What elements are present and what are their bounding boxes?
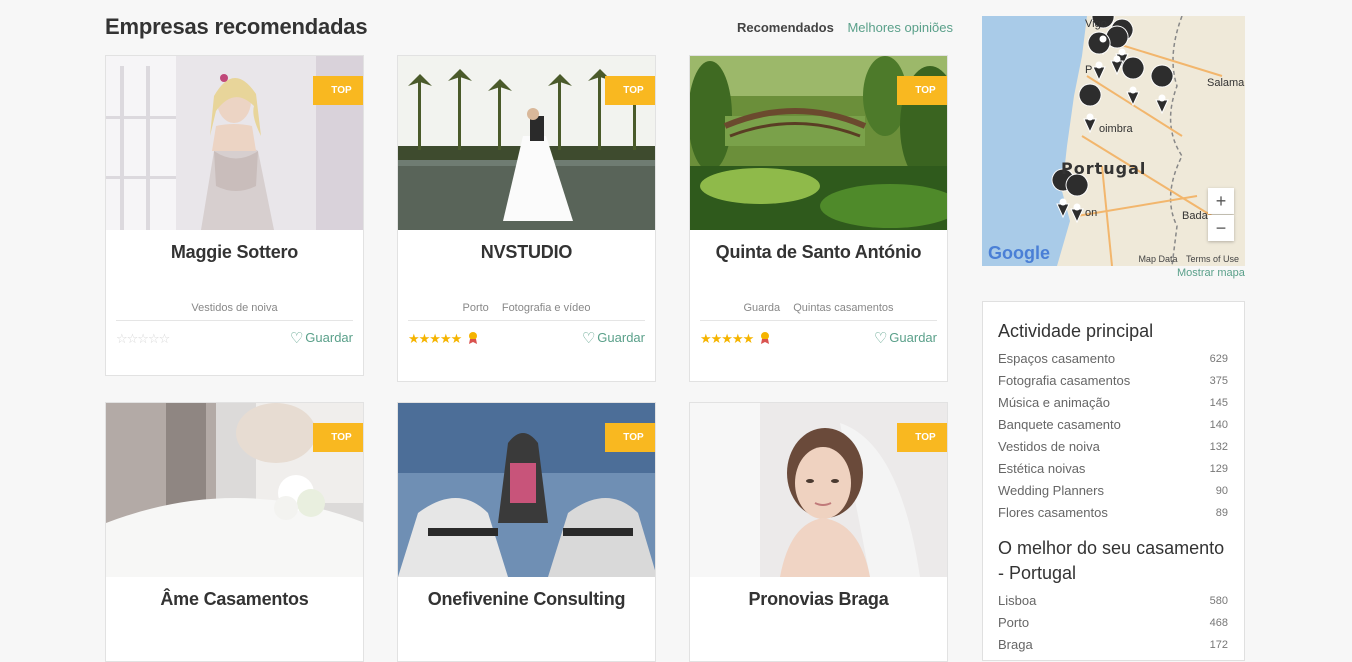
vendor-name[interactable]: Âme Casamentos — [106, 589, 363, 649]
vendor-photo[interactable]: TOP — [690, 403, 947, 577]
google-logo: Google — [988, 243, 1050, 263]
tab-melhores-opinioes[interactable]: Melhores opiniões — [847, 20, 953, 35]
show-map-link[interactable]: Mostrar mapa — [1177, 267, 1245, 279]
zoom-out-button[interactable]: − — [1208, 215, 1234, 241]
vendor-meta: Porto Fotografia e vídeo — [408, 302, 645, 320]
activity-item[interactable]: Música e animação 145 — [998, 392, 1228, 414]
section-title: Empresas recomendadas — [105, 14, 368, 39]
vendor-name[interactable]: Pronovias Braga — [690, 589, 947, 649]
vendor-name[interactable]: NVSTUDIO — [398, 242, 655, 302]
vendor-card-onefivenine-consulting[interactable]: TOP Onefivenine Consulting — [397, 402, 656, 662]
star-filled-icon: ★★★★★ — [700, 331, 754, 346]
star-empty-icon: ☆☆☆☆☆ — [116, 331, 170, 346]
map-canvas: Vigo P Salama oimbra Portugal on Bada Go… — [982, 16, 1245, 266]
map-label-porto: P — [1085, 64, 1092, 76]
vendor-photo[interactable]: TOP — [106, 403, 363, 577]
rating-stars: ☆☆☆☆☆ — [116, 331, 170, 347]
vendor-category[interactable]: Quintas casamentos — [793, 302, 893, 314]
activity-item[interactable]: Flores casamentos 89 — [998, 502, 1228, 524]
top-badge: TOP — [897, 76, 947, 105]
region-item[interactable]: Lisboa 580 — [998, 590, 1228, 612]
best-heading: O melhor do seu casamento - Portugal — [998, 538, 1225, 583]
map-label-badajoz: Bada — [1182, 210, 1209, 222]
heart-icon: ♡ — [581, 330, 596, 347]
map-label-vigo: Vigo — [1085, 18, 1107, 30]
card-footer: ★★★★★ ♡ Guardar — [700, 320, 937, 354]
activity-item[interactable]: Estética noivas 129 — [998, 458, 1228, 480]
map-label-country: Portugal — [1061, 159, 1146, 178]
heart-icon: ♡ — [289, 330, 304, 347]
vendor-photo[interactable]: TOP — [106, 56, 363, 230]
vendor-photo[interactable]: TOP — [398, 403, 655, 577]
top-badge: TOP — [605, 423, 655, 452]
rating-stars: ★★★★★ — [408, 331, 478, 347]
vendor-card-pronovias-braga[interactable]: TOP Pronovias Braga — [689, 402, 948, 662]
save-button[interactable]: ♡ Guardar — [290, 329, 353, 347]
rating-stars: ★★★★★ — [700, 331, 770, 347]
vendor-card-nvstudio[interactable]: TOP NVSTUDIO Porto Fotografia e vídeo ★★… — [397, 55, 656, 382]
save-button[interactable]: ♡ Guardar — [874, 329, 937, 347]
card-footer: ☆☆☆☆☆ ♡ Guardar — [116, 320, 353, 354]
terms-link[interactable]: Terms of Use — [1186, 254, 1239, 264]
top-badge: TOP — [605, 76, 655, 105]
heart-icon: ♡ — [873, 330, 888, 347]
save-button[interactable]: ♡ Guardar — [582, 329, 645, 347]
medal-icon — [468, 332, 477, 344]
map-label-coimbra: oimbra — [1099, 123, 1134, 135]
vendor-photo[interactable]: TOP — [398, 56, 655, 230]
activity-item[interactable]: Espaços casamento 629 — [998, 348, 1228, 370]
vendor-meta: Guarda Quintas casamentos — [700, 302, 937, 320]
card-footer: ★★★★★ ♡ Guardar — [408, 320, 645, 354]
vendor-category[interactable]: Vestidos de noiva — [191, 302, 277, 314]
vendor-category[interactable]: Fotografia e vídeo — [502, 302, 591, 314]
activity-item[interactable]: Wedding Planners 90 — [998, 480, 1228, 502]
vendor-location[interactable]: Guarda — [743, 302, 780, 314]
sidebar-filters: Actividade principal Espaços casamento 62… — [982, 301, 1245, 661]
map-footer: Map Data Terms of Use — [1138, 254, 1239, 264]
map-label-lisbon: on — [1085, 207, 1097, 219]
tab-recomendados[interactable]: Recomendados — [737, 20, 834, 35]
star-filled-icon: ★★★★★ — [408, 331, 462, 346]
activity-item[interactable]: Banquete casamento 140 — [998, 414, 1228, 436]
top-badge: TOP — [313, 423, 363, 452]
vendor-name[interactable]: Maggie Sottero — [106, 242, 363, 302]
map-label-salamanca: Salama — [1207, 77, 1245, 89]
activity-item[interactable]: Fotografia casamentos 375 — [998, 370, 1228, 392]
vendor-card-quinta-santo-antonio[interactable]: TOP Quinta de Santo António Guarda Quint… — [689, 55, 948, 382]
map-data-label: Map Data — [1138, 254, 1178, 264]
activity-item[interactable]: Vestidos de noiva 132 — [998, 436, 1228, 458]
vendor-location[interactable]: Porto — [462, 302, 488, 314]
vendor-photo[interactable]: TOP — [690, 56, 947, 230]
vendor-name[interactable]: Quinta de Santo António — [690, 242, 947, 302]
region-item[interactable]: Porto 468 — [998, 612, 1228, 634]
region-item[interactable]: Braga 172 — [998, 634, 1228, 656]
vendor-name[interactable]: Onefivenine Consulting — [398, 589, 655, 649]
vendor-card-ame-casamentos[interactable]: TOP Âme Casamentos — [105, 402, 364, 662]
map[interactable]: Vigo P Salama oimbra Portugal on Bada Go… — [982, 16, 1245, 266]
activity-heading: Actividade principal — [998, 321, 1154, 341]
top-badge: TOP — [313, 76, 363, 105]
sort-tabs: Recomendados Melhores opiniões — [737, 20, 963, 35]
medal-icon — [760, 332, 769, 344]
vendor-meta: Vestidos de noiva — [116, 302, 353, 320]
vendor-card-maggie-sottero[interactable]: TOP Maggie Sottero Vestidos de noiva ☆☆☆… — [105, 55, 364, 376]
zoom-in-button[interactable]: + — [1208, 188, 1234, 214]
top-badge: TOP — [897, 423, 947, 452]
